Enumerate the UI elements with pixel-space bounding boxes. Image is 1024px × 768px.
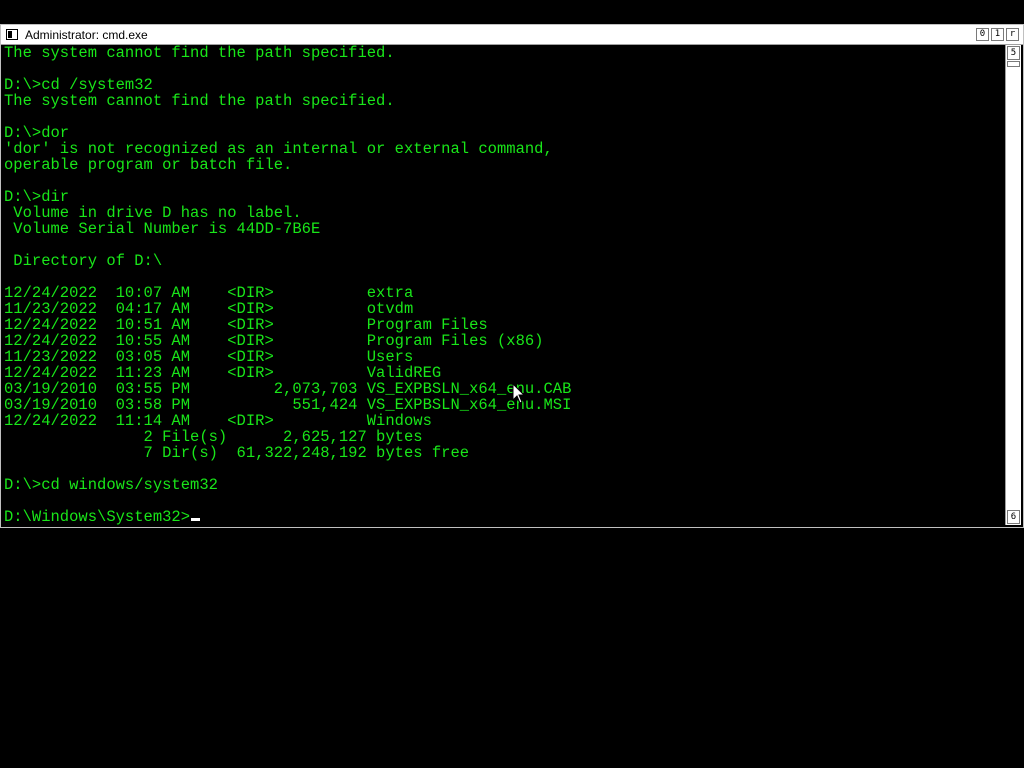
- console-line: 03/19/2010 03:55 PM 2,073,703 VS_EXPBSLN…: [4, 380, 572, 398]
- console-line: 'dor' is not recognized as an internal o…: [4, 140, 553, 158]
- console-line: 12/24/2022 11:23 AM <DIR> ValidREG: [4, 364, 442, 382]
- console-line: The system cannot find the path specifie…: [4, 45, 395, 62]
- vertical-scrollbar[interactable]: 5 6: [1005, 45, 1021, 525]
- scroll-thumb[interactable]: [1007, 61, 1020, 67]
- console-prompt-line: D:\Windows\System32>: [4, 509, 1002, 525]
- window-controls: 0 1 r: [976, 28, 1019, 42]
- scroll-down-button[interactable]: 6: [1007, 510, 1020, 524]
- console-output[interactable]: The system cannot find the path specifie…: [4, 45, 1002, 525]
- close-button[interactable]: r: [1006, 28, 1019, 41]
- console-line: 03/19/2010 03:58 PM 551,424 VS_EXPBSLN_x…: [4, 396, 572, 414]
- console-line: The system cannot find the path specifie…: [4, 92, 395, 110]
- console-line: 12/24/2022 11:14 AM <DIR> Windows: [4, 412, 432, 430]
- maximize-button[interactable]: 1: [991, 28, 1004, 41]
- console-line: 7 Dir(s) 61,322,248,192 bytes free: [4, 444, 470, 462]
- console-line: 12/24/2022 10:55 AM <DIR> Program Files …: [4, 332, 544, 350]
- console-line: 2 File(s) 2,625,127 bytes: [4, 428, 423, 446]
- console-line: 12/24/2022 10:51 AM <DIR> Program Files: [4, 316, 488, 334]
- console-line: 11/23/2022 04:17 AM <DIR> otvdm: [4, 300, 414, 318]
- console-line: D:\>dor: [4, 124, 70, 142]
- scroll-up-button[interactable]: 5: [1007, 46, 1020, 60]
- mouse-pointer-icon: [512, 383, 526, 404]
- title-bar[interactable]: Administrator: cmd.exe 0 1 r: [1, 25, 1023, 45]
- console-line: 12/24/2022 10:07 AM <DIR> extra: [4, 284, 414, 302]
- console-line: D:\>cd windows/system32: [4, 476, 218, 494]
- window-title: Administrator: cmd.exe: [25, 28, 148, 42]
- console-line: D:\>dir: [4, 188, 70, 206]
- minimize-button[interactable]: 0: [976, 28, 989, 41]
- text-cursor: [191, 518, 201, 521]
- console-line: operable program or batch file.: [4, 156, 293, 174]
- console-line: Directory of D:\: [4, 252, 163, 270]
- console-icon[interactable]: [6, 29, 18, 40]
- console-line: Volume in drive D has no label.: [4, 204, 302, 222]
- console-line: Volume Serial Number is 44DD-7B6E: [4, 220, 321, 238]
- cmd-window: Administrator: cmd.exe 0 1 r The system …: [0, 24, 1024, 528]
- console-line: 11/23/2022 03:05 AM <DIR> Users: [4, 348, 414, 366]
- console-line: D:\>cd /system32: [4, 76, 153, 94]
